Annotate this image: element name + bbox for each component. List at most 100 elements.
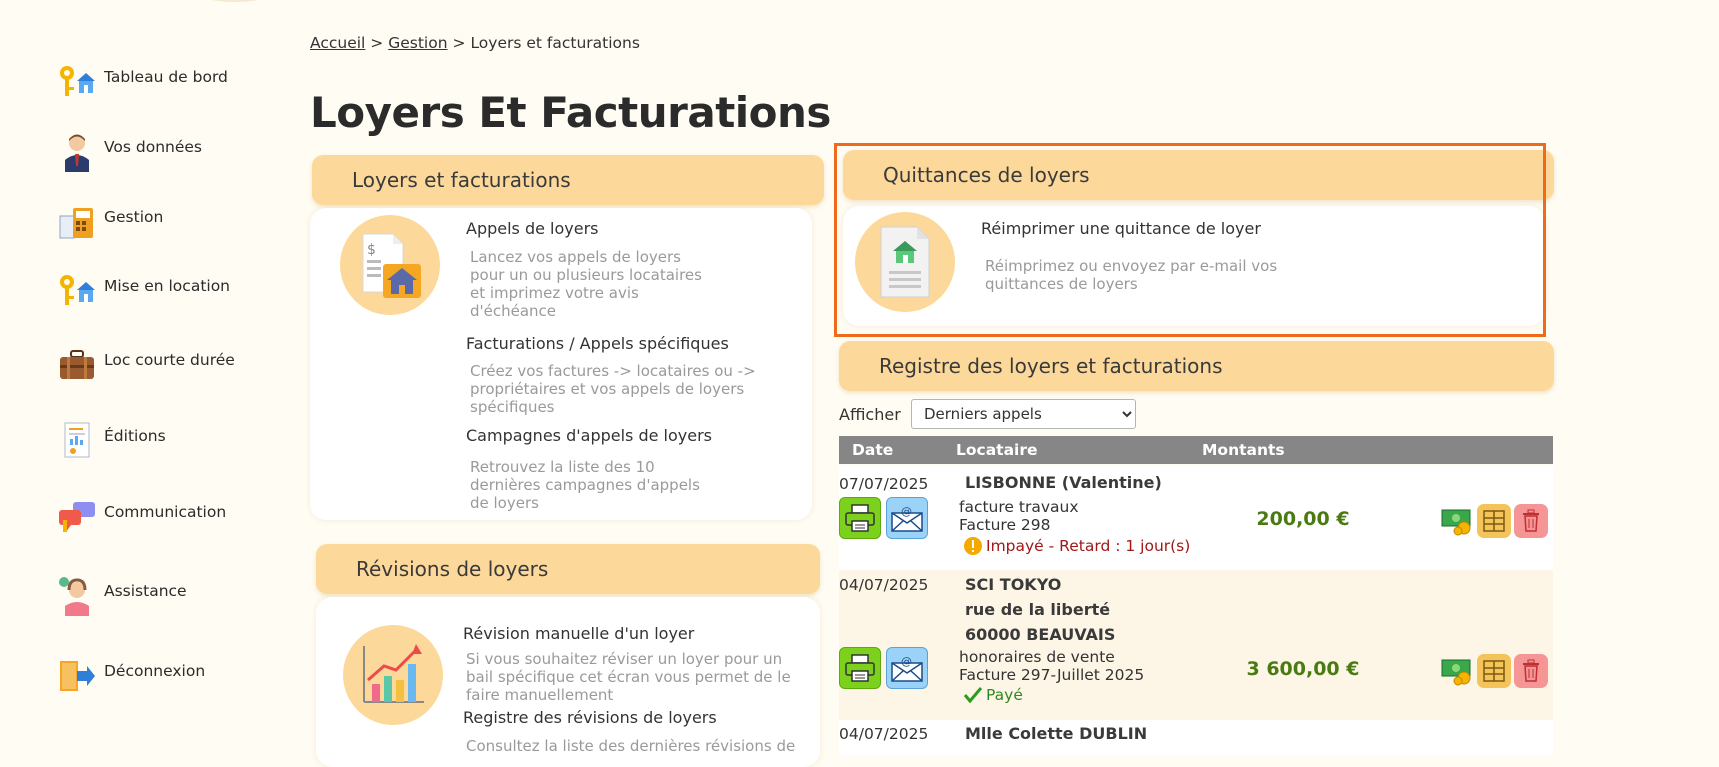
registre-revisions-desc: Consultez la liste des dernières révisio… xyxy=(466,737,796,755)
row-locataire-line: SCI TOKYO xyxy=(965,575,1062,594)
row-amount: 3 600,00 € xyxy=(1246,658,1360,680)
sidebar-item-loc-courte-duree[interactable]: Loc courte durée xyxy=(56,345,235,385)
printer-icon xyxy=(845,654,875,682)
email-button[interactable]: @ xyxy=(886,647,928,689)
delete-button[interactable] xyxy=(1514,654,1548,688)
row-date: 04/07/2025 xyxy=(839,576,929,594)
sidebar: Tableau de bord Vos données Gestion Mise… xyxy=(0,0,290,755)
panel-title: Révisions de loyers xyxy=(356,557,549,581)
sidebar-item-vos-donnees[interactable]: Vos données xyxy=(56,132,202,172)
details-button[interactable] xyxy=(1477,654,1511,688)
table-row: 04/07/2025 Mlle Colette DUBLIN xyxy=(839,720,1553,755)
report-icon xyxy=(56,421,98,461)
sidebar-item-communication[interactable]: Communication xyxy=(56,497,226,537)
campagnes-appels-desc: Retrouvez la liste des 10 dernières camp… xyxy=(470,458,700,512)
breadcrumb-separator: > xyxy=(370,34,384,52)
grid-icon xyxy=(1483,660,1505,682)
print-button[interactable] xyxy=(839,497,881,539)
row-locataire-line: 60000 BEAUVAIS xyxy=(965,625,1116,644)
row-locataire-line: rue de la liberté xyxy=(965,600,1111,619)
breadcrumb-home-link[interactable]: Accueil xyxy=(310,34,365,52)
sidebar-item-label: Assistance xyxy=(104,582,187,600)
status-badge: Payé xyxy=(963,686,1023,704)
growth-chart-icon xyxy=(343,625,443,725)
breadcrumb: Accueil > Gestion > Loyers et facturatio… xyxy=(310,34,640,52)
revision-manuelle-desc: Si vous souhaitez réviser un loyer pour … xyxy=(466,650,791,704)
sidebar-item-label: Gestion xyxy=(104,208,164,226)
row-locataire-name: Mlle Colette DUBLIN xyxy=(965,724,1148,743)
sidebar-item-editions[interactable]: Éditions xyxy=(56,421,166,461)
facturations-appels-specifiques-desc: Créez vos factures -> locataires ou -> p… xyxy=(470,362,756,416)
print-button[interactable] xyxy=(839,647,881,689)
campagnes-appels-link[interactable]: Campagnes d'appels de loyers xyxy=(466,426,712,445)
row-locataire-name: LISBONNE (Valentine) xyxy=(965,473,1162,492)
status-text: Impayé - Retard : 1 jour(s) xyxy=(986,537,1191,555)
sidebar-item-label: Éditions xyxy=(104,427,166,445)
support-agent-icon xyxy=(56,576,98,616)
status-badge: Impayé - Retard : 1 jour(s) xyxy=(963,536,1190,556)
email-envelope-icon: @ xyxy=(891,505,923,532)
panel-header-registre: Registre des loyers et facturations xyxy=(839,341,1554,391)
sidebar-item-mise-en-location[interactable]: Mise en location xyxy=(56,271,230,311)
money-icon xyxy=(1441,509,1471,536)
revision-manuelle-link[interactable]: Révision manuelle d'un loyer xyxy=(463,624,694,643)
sidebar-item-label: Loc courte durée xyxy=(104,351,235,369)
appels-de-loyers-desc: Lancez vos appels de loyers pour un ou p… xyxy=(470,248,702,320)
panel-header-revisions: Révisions de loyers xyxy=(316,544,820,594)
row-invoice-number: Facture 298 xyxy=(959,516,1051,534)
display-filter-select[interactable]: Derniers appels xyxy=(911,399,1136,429)
row-description: honoraires de vente Facture 297-Juillet … xyxy=(959,648,1144,684)
money-icon xyxy=(1441,659,1471,686)
breadcrumb-gestion-link[interactable]: Gestion xyxy=(388,34,447,52)
delete-button[interactable] xyxy=(1514,504,1548,538)
svg-text:$: $ xyxy=(367,242,376,258)
keys-house-icon xyxy=(56,271,98,311)
grid-icon xyxy=(1483,510,1505,532)
register-table-header: Date Locataire Montants xyxy=(839,436,1553,464)
row-locataire-name: SCI TOKYO rue de la liberté 60000 BEAUVA… xyxy=(965,572,1115,647)
logout-icon xyxy=(56,656,98,696)
user-icon xyxy=(56,132,98,172)
svg-text:@: @ xyxy=(901,655,912,668)
chat-bubbles-icon xyxy=(56,497,98,537)
column-header-date: Date xyxy=(852,441,894,459)
keys-house-icon xyxy=(56,62,98,102)
facturations-appels-specifiques-link[interactable]: Facturations / Appels spécifiques xyxy=(466,334,729,353)
sidebar-item-assistance[interactable]: Assistance xyxy=(56,576,187,616)
payment-button[interactable] xyxy=(1440,504,1474,538)
sidebar-item-deconnexion[interactable]: Déconnexion xyxy=(56,656,205,696)
panel-title: Registre des loyers et facturations xyxy=(879,354,1223,378)
registre-revisions-link[interactable]: Registre des révisions de loyers xyxy=(463,708,717,727)
warning-icon xyxy=(964,537,982,555)
sidebar-item-label: Vos données xyxy=(104,138,203,156)
table-row: 07/07/2025 LISBONNE (Valentine) @ factur… xyxy=(839,466,1553,570)
sidebar-item-gestion[interactable]: Gestion xyxy=(56,202,163,242)
row-date: 07/07/2025 xyxy=(839,475,929,493)
status-text: Payé xyxy=(986,686,1023,704)
column-header-locataire: Locataire xyxy=(956,441,1038,459)
trash-icon xyxy=(1523,509,1539,532)
page-title: Loyers Et Facturations xyxy=(310,88,831,137)
details-button[interactable] xyxy=(1477,504,1511,538)
checkmark-icon xyxy=(963,687,983,704)
row-amount: 200,00 € xyxy=(1256,508,1350,530)
appels-de-loyers-link[interactable]: Appels de loyers xyxy=(466,219,599,238)
sidebar-item-label: Déconnexion xyxy=(104,662,206,680)
email-envelope-icon: @ xyxy=(891,655,923,682)
breadcrumb-current: Loyers et facturations xyxy=(470,34,640,52)
sidebar-item-label: Communication xyxy=(104,503,227,521)
breadcrumb-separator: > xyxy=(452,34,466,52)
quittances-highlight-box xyxy=(834,143,1546,337)
invoice-house-icon: $ xyxy=(340,215,440,315)
suitcase-icon xyxy=(56,345,98,385)
row-description: facture travaux Facture 298 xyxy=(959,498,1079,534)
email-button[interactable]: @ xyxy=(886,497,928,539)
row-description-line: facture travaux xyxy=(959,498,1079,516)
column-header-montants: Montants xyxy=(1202,441,1285,459)
table-row: 04/07/2025 SCI TOKYO rue de la liberté 6… xyxy=(839,570,1553,720)
payment-button[interactable] xyxy=(1440,654,1474,688)
row-date: 04/07/2025 xyxy=(839,725,929,743)
sidebar-item-tableau-de-bord[interactable]: Tableau de bord xyxy=(56,62,228,102)
panel-header-loyers-facturations: Loyers et facturations xyxy=(312,155,824,205)
sidebar-item-label: Tableau de bord xyxy=(104,68,228,86)
